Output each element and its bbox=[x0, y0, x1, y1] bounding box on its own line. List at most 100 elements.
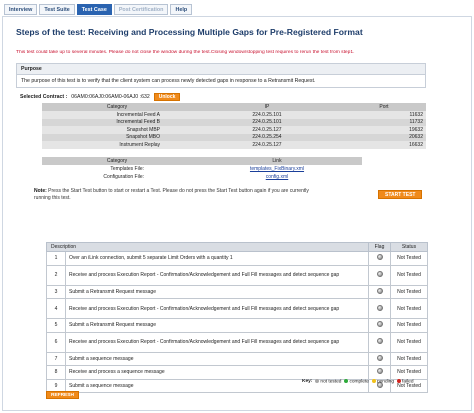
pending-dot-icon bbox=[371, 379, 376, 383]
step-status: Not Tested bbox=[390, 298, 428, 319]
steps-table: Description Flag Status 1 Over an iLink … bbox=[46, 242, 428, 393]
note-text: Press the Start Test button to start or … bbox=[34, 188, 309, 201]
key-item-not-tested: not tested bbox=[315, 379, 341, 384]
selected-contract-label: Selected Contract : bbox=[20, 94, 68, 100]
templates-file-link[interactable]: templates_FixBinary.xml bbox=[250, 166, 304, 172]
table-row: Templates File: templates_FixBinary.xml bbox=[42, 165, 362, 173]
step-description: Receive and process a sequence message bbox=[65, 365, 369, 380]
feed-port: 16632 bbox=[342, 141, 426, 149]
step-flag bbox=[368, 264, 391, 286]
steps-header-status: Status bbox=[390, 242, 428, 252]
not-tested-flag-icon bbox=[376, 287, 383, 294]
feeds-header-category: Category bbox=[42, 103, 192, 111]
key-item-label: complete bbox=[349, 379, 369, 385]
steps-header-description: Description bbox=[46, 242, 369, 252]
step-description: Submit a sequence message bbox=[65, 351, 369, 366]
tab-post-certification: Post Certification bbox=[113, 4, 169, 15]
links-table: Category Link Templates File: templates_… bbox=[42, 157, 362, 181]
not-tested-flag-icon bbox=[376, 304, 383, 311]
step-description: Receive and process Execution Report - C… bbox=[65, 264, 369, 286]
step-flag bbox=[368, 284, 391, 299]
step-description: Receive and process Execution Report - C… bbox=[65, 298, 369, 319]
configuration-file-link[interactable]: config.xml bbox=[266, 174, 289, 180]
feed-category: Snapshot MBP bbox=[42, 126, 192, 134]
tab-interview[interactable]: Interview bbox=[4, 4, 38, 15]
purpose-text: The purpose of this test is to verify th… bbox=[21, 78, 316, 84]
start-note: Note: Press the Start Test button to sta… bbox=[34, 188, 314, 201]
table-row: Incremental Feed A 224.0.25.101 11632 bbox=[42, 111, 426, 119]
feeds-header-port: Port bbox=[342, 103, 426, 111]
not-tested-flag-icon bbox=[376, 321, 383, 328]
table-row: 5 Submit a Retransmit Request message No… bbox=[46, 318, 428, 333]
step-number: 7 bbox=[46, 351, 66, 366]
table-row: Incremental Feed B 224.0.25.101 11732 bbox=[42, 118, 426, 126]
key-item-complete: complete bbox=[344, 379, 369, 385]
tab-help[interactable]: Help bbox=[170, 4, 193, 15]
step-flag bbox=[368, 365, 391, 380]
purpose-box: Purpose The purpose of this test is to v… bbox=[16, 63, 426, 88]
feed-ip: 224.0.25.127 bbox=[192, 126, 342, 134]
feed-ip: 224.0.25.101 bbox=[192, 118, 342, 126]
step-number: 1 bbox=[46, 251, 66, 266]
warning-message: This test could take up to several minut… bbox=[16, 50, 355, 55]
step-description: Over an iLink connection, submit 5 separ… bbox=[65, 251, 369, 266]
feeds-header-ip: IP bbox=[192, 103, 342, 111]
step-number: 3 bbox=[46, 284, 66, 299]
selected-contract: Selected Contract : 06AM0:06AJ0:06AM0-06… bbox=[20, 93, 181, 101]
start-test-button[interactable]: START TEST bbox=[378, 190, 423, 199]
step-description: Receive and process Execution Report - C… bbox=[65, 331, 369, 353]
step-number: 4 bbox=[46, 298, 66, 319]
tab-test-suite[interactable]: Test Suite bbox=[39, 4, 75, 15]
page-title: Steps of the test: Receiving and Process… bbox=[16, 27, 363, 37]
feed-ip: 224.0.25.101 bbox=[192, 111, 342, 119]
feed-ip: 224.0.25.127 bbox=[192, 141, 342, 149]
feed-port: 11632 bbox=[342, 111, 426, 119]
step-number: 2 bbox=[46, 264, 66, 286]
step-flag bbox=[368, 351, 391, 366]
table-row: 2 Receive and process Execution Report -… bbox=[46, 264, 428, 286]
not-tested-dot-icon bbox=[315, 379, 320, 383]
link-cell: templates_FixBinary.xml bbox=[192, 165, 362, 173]
selected-contract-value: 06AM0:06AJ0:06AM0-06AJ0 :632 bbox=[71, 94, 150, 100]
step-description: Submit a Retransmit Request message bbox=[65, 284, 369, 299]
step-number: 5 bbox=[46, 318, 66, 333]
feed-port: 20632 bbox=[342, 133, 426, 141]
complete-dot-icon bbox=[344, 379, 349, 383]
table-row: Instrument Replay 224.0.25.127 16632 bbox=[42, 141, 426, 149]
not-tested-flag-icon bbox=[376, 271, 383, 277]
key-item-label: not tested bbox=[320, 379, 342, 385]
step-status: Not Tested bbox=[390, 264, 428, 286]
steps-header-flag: Flag bbox=[368, 242, 391, 252]
feed-category: Snapshot MBO bbox=[42, 133, 192, 141]
unlock-button[interactable]: Unlock bbox=[153, 93, 181, 101]
table-row: Snapshot MBP 224.0.25.127 19632 bbox=[42, 126, 426, 134]
step-flag bbox=[368, 331, 391, 353]
step-status: Not Tested bbox=[390, 351, 428, 366]
table-row: 8 Receive and process a sequence message… bbox=[46, 365, 428, 380]
step-status: Not Tested bbox=[390, 331, 428, 353]
key-item-pending: pending bbox=[371, 379, 395, 385]
table-row: Snapshot MBO 224.0.25.254 20632 bbox=[42, 133, 426, 141]
table-row: Configuration File: config.xml bbox=[42, 173, 362, 181]
step-description: Submit a Retransmit Request message bbox=[65, 318, 369, 333]
table-row: 6 Receive and process Execution Report -… bbox=[46, 331, 428, 353]
links-header-link: Link bbox=[192, 157, 362, 165]
step-status: Not Tested bbox=[390, 365, 428, 380]
tab-test-case[interactable]: Test Case bbox=[76, 4, 112, 15]
not-tested-flag-icon bbox=[376, 368, 383, 375]
refresh-button[interactable]: REFRESH bbox=[46, 391, 79, 399]
key-item-failed: failed bbox=[397, 379, 414, 385]
link-category: Configuration File: bbox=[103, 174, 144, 180]
not-tested-flag-icon bbox=[376, 254, 383, 261]
table-row: 4 Receive and process Execution Report -… bbox=[46, 298, 428, 319]
step-flag bbox=[368, 298, 391, 319]
step-status: Not Tested bbox=[390, 318, 428, 333]
not-tested-flag-icon bbox=[376, 354, 383, 361]
status-key: Key: not tested complete pending failed bbox=[302, 379, 414, 384]
step-status: Not Tested bbox=[390, 284, 428, 299]
table-row: 7 Submit a sequence message Not Tested bbox=[46, 351, 428, 366]
step-number: 6 bbox=[46, 331, 66, 353]
key-item-label: pending bbox=[376, 379, 395, 385]
key-item-label: failed bbox=[402, 379, 414, 385]
note-label: Note: bbox=[34, 188, 47, 194]
